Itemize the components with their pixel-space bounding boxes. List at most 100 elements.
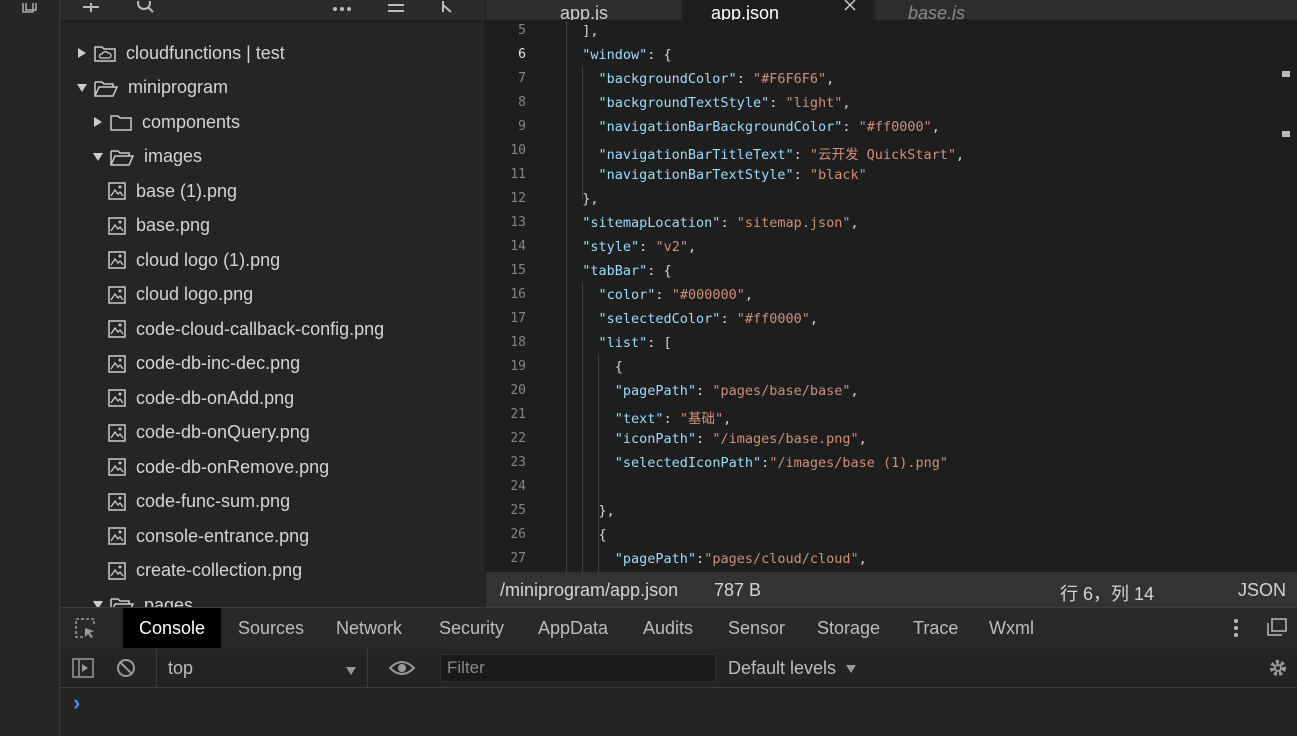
chevron-down-icon[interactable] [76, 81, 88, 95]
line-number: 16 [510, 287, 526, 302]
line-number: 13 [510, 215, 526, 230]
context-select[interactable]: top [156, 649, 368, 687]
tab-sources[interactable]: Sources [238, 608, 304, 648]
code-line: "tabBar": { [582, 263, 672, 279]
undock-icon[interactable] [1267, 618, 1287, 641]
language-mode[interactable]: JSON [1238, 580, 1286, 601]
kebab-menu-icon[interactable] [1233, 618, 1239, 643]
line-number: 25 [510, 503, 526, 518]
tab-trace[interactable]: Trace [913, 608, 958, 648]
tab-sensor[interactable]: Sensor [728, 608, 785, 648]
tab-security[interactable]: Security [439, 608, 504, 648]
file-item[interactable]: code-db-onAdd.png [108, 381, 294, 415]
image-file-icon [108, 527, 126, 545]
tree-item-label: cloud logo.png [136, 284, 254, 304]
folder-open-icon [110, 148, 134, 166]
file-item[interactable]: base (1).png [108, 174, 237, 208]
chevron-right-icon[interactable] [76, 46, 88, 60]
line-number: 24 [510, 479, 526, 494]
tab-appdata[interactable]: AppData [538, 608, 608, 648]
file-item[interactable]: code-func-sum.png [108, 485, 290, 519]
tab-storage[interactable]: Storage [817, 608, 880, 648]
code-line: "navigationBarTextStyle": "black" [598, 167, 867, 183]
locate-icon[interactable] [440, 0, 456, 18]
code-line: "style": "v2", [582, 239, 697, 255]
folder-item[interactable]: miniprogram [76, 71, 228, 105]
collapse-icon[interactable] [386, 0, 406, 18]
dropdown-arrow-icon [345, 663, 357, 681]
file-path: /miniprogram/app.json [500, 580, 679, 600]
code-line: }, [566, 191, 599, 207]
gear-icon[interactable] [1267, 657, 1289, 684]
tab-wxml[interactable]: Wxml [989, 608, 1034, 648]
tab-console[interactable]: Console [123, 608, 222, 648]
tab-app-json[interactable]: app.json [683, 0, 873, 20]
chevron-right-icon[interactable] [92, 115, 104, 129]
line-number: 23 [510, 455, 526, 470]
close-icon[interactable] [843, 0, 857, 17]
explorer-toolbar [60, 0, 485, 21]
file-item[interactable]: base.png [108, 209, 210, 243]
line-number: 17 [510, 311, 526, 326]
line-number: 21 [510, 407, 526, 422]
overview-ruler-mark [1282, 71, 1290, 77]
code-line: "backgroundColor": "#F6F6F6", [598, 71, 835, 87]
log-levels-select[interactable]: Default levels [728, 658, 857, 679]
line-number: 9 [518, 119, 526, 134]
console-output[interactable]: › [60, 688, 1297, 736]
code-line: "selectedIconPath":"/images/base (1).png… [614, 455, 949, 471]
console-toolbar: top Filter Default levels [60, 649, 1297, 688]
status-bar: /miniprogram/app.json 787 B 行 6，列 14 JSO… [486, 572, 1297, 607]
file-item[interactable]: code-cloud-callback-config.png [108, 312, 384, 346]
code-line: "selectedColor": "#ff0000", [598, 311, 818, 327]
code-line: "navigationBarTitleText": "云开发 QuickStar… [598, 147, 965, 163]
sidebar-toggle-icon[interactable] [72, 658, 94, 683]
tab-audits[interactable]: Audits [643, 608, 693, 648]
file-item[interactable]: cloud logo (1).png [108, 243, 280, 277]
file-item[interactable]: code-db-onQuery.png [108, 416, 310, 450]
line-number: 26 [510, 527, 526, 542]
code-line: "list": [ [598, 335, 672, 351]
folder-item[interactable]: images [92, 140, 202, 174]
file-item[interactable]: code-db-onRemove.png [108, 450, 329, 484]
tree-item-label: code-db-onAdd.png [136, 387, 295, 408]
file-item[interactable]: code-db-inc-dec.png [108, 347, 300, 381]
tree-item-label: code-db-onRemove.png [136, 456, 330, 477]
copy-icon[interactable] [22, 0, 40, 13]
tab-base-js[interactable]: base.js [874, 0, 1075, 20]
chevron-down-icon[interactable] [92, 150, 104, 164]
line-number: 27 [510, 551, 526, 566]
tree-item-label: images [144, 146, 203, 166]
inspect-icon[interactable] [74, 617, 96, 644]
file-item[interactable]: create-collection.png [108, 554, 302, 588]
file-item[interactable]: console-entrance.png [108, 519, 309, 553]
image-file-icon [108, 182, 126, 200]
filter-input[interactable]: Filter [440, 654, 716, 682]
code-line: "navigationBarBackgroundColor": "#ff0000… [598, 119, 940, 135]
tab-network[interactable]: Network [336, 608, 402, 648]
chevron-down-icon[interactable] [92, 598, 104, 607]
line-number: 18 [510, 335, 526, 350]
folder-item[interactable]: cloudfunctions | test [76, 36, 285, 70]
activity-bar [0, 0, 60, 736]
image-file-icon [108, 492, 126, 511]
add-icon[interactable] [82, 0, 100, 18]
tree-item-label: code-db-inc-dec.png [136, 353, 301, 373]
clear-console-icon[interactable] [116, 658, 136, 683]
file-explorer: cloudfunctions | test miniprogram componen… [60, 0, 485, 607]
image-file-icon [108, 561, 126, 580]
file-size: 787 B [714, 580, 762, 600]
tab-app-js[interactable]: app.js [486, 0, 683, 20]
code-editor[interactable]: 5 ], 6 "window": {7 "backgroundColor": "#… [486, 21, 1297, 572]
code-line: { [566, 359, 623, 375]
cursor-position[interactable]: 行 6，列 14 [1060, 580, 1154, 606]
file-item[interactable]: cloud logo.png [108, 278, 253, 312]
tree-item-label: code-db-onQuery.png [136, 422, 310, 442]
folder-item[interactable]: pages [92, 588, 193, 607]
line-number: 7 [518, 71, 526, 86]
search-icon[interactable] [136, 0, 154, 18]
eye-icon[interactable] [388, 659, 416, 682]
more-icon[interactable] [332, 0, 352, 18]
folder-item[interactable]: components [92, 105, 240, 139]
image-file-icon [108, 458, 126, 476]
